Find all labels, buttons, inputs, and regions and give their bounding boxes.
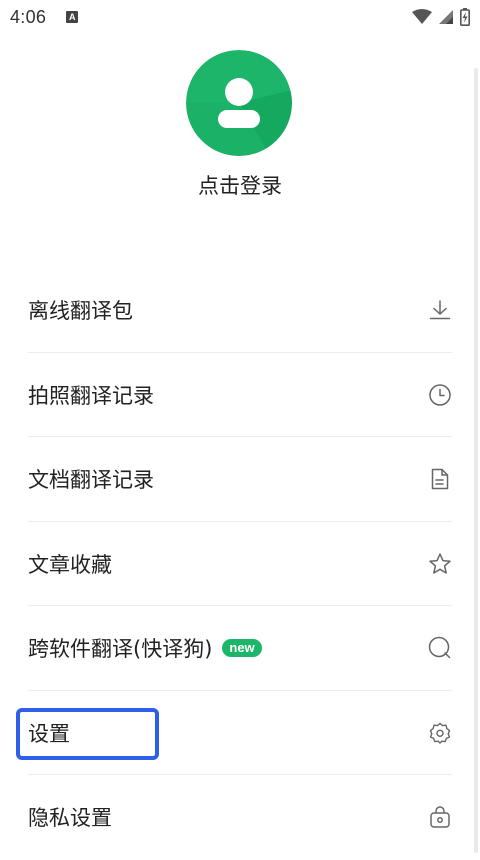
search-circle-icon bbox=[428, 637, 451, 659]
gear-icon bbox=[429, 722, 451, 744]
menu-item-label: 拍照翻译记录 bbox=[28, 383, 154, 408]
menu-item-label: 隐私设置 bbox=[28, 806, 112, 831]
cell-signal-icon bbox=[439, 10, 453, 24]
menu-item-label: 设置 bbox=[28, 721, 70, 746]
login-label[interactable]: 点击登录 bbox=[0, 170, 480, 200]
menu-item-document-history[interactable]: 文档翻译记录 bbox=[0, 437, 480, 522]
menu-item-offline-packages[interactable]: 离线翻译包 bbox=[0, 268, 480, 353]
status-icons bbox=[412, 8, 470, 26]
menu-item-article-favorites[interactable]: 文章收藏 bbox=[0, 522, 480, 607]
user-avatar-icon[interactable] bbox=[186, 50, 292, 156]
wifi-icon bbox=[412, 9, 432, 24]
menu-item-label: 离线翻译包 bbox=[28, 299, 133, 324]
new-badge: new bbox=[222, 639, 262, 658]
document-icon bbox=[431, 469, 449, 490]
menu-item-settings[interactable]: 设置 bbox=[0, 691, 480, 776]
menu-item-label: 文档翻译记录 bbox=[28, 468, 154, 493]
menu-list: 离线翻译包 拍照翻译记录 文档翻译记录 文章收藏 跨软件翻译(快译狗) new bbox=[0, 268, 480, 860]
status-bar: 4:06 A bbox=[0, 0, 480, 34]
privacy-lock-icon bbox=[430, 806, 450, 828]
notification-icon: A bbox=[66, 11, 79, 23]
download-icon bbox=[429, 300, 451, 320]
clock-icon bbox=[429, 384, 451, 406]
menu-item-privacy-settings[interactable]: 隐私设置 bbox=[0, 775, 480, 860]
menu-item-label: 跨软件翻译(快译狗) bbox=[28, 637, 213, 662]
star-icon bbox=[429, 553, 451, 574]
menu-item-photo-history[interactable]: 拍照翻译记录 bbox=[0, 353, 480, 438]
battery-icon bbox=[460, 8, 470, 26]
menu-item-label: 文章收藏 bbox=[28, 552, 112, 577]
menu-item-cross-app-translation[interactable]: 跨软件翻译(快译狗) new bbox=[0, 606, 480, 691]
status-time: 4:06 bbox=[10, 6, 47, 27]
